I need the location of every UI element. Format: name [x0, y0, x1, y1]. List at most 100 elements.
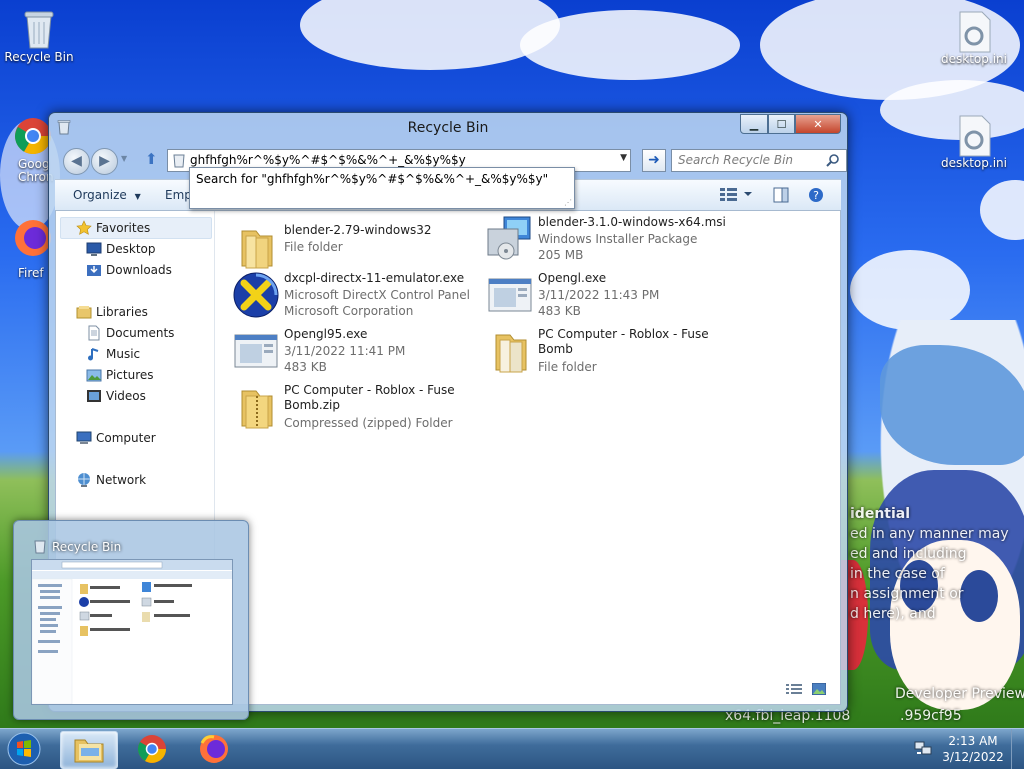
nav-desktop[interactable]: Desktop	[86, 241, 156, 257]
desktop-icon-desktop-ini[interactable]: desktop.ini	[936, 114, 1012, 170]
forward-button[interactable]: ▶	[91, 148, 118, 175]
taskbar-explorer-button[interactable]	[60, 731, 118, 769]
watermark-line: ed in any manner may	[850, 526, 1009, 542]
change-view-button[interactable]	[719, 186, 753, 205]
desktop-icon-recycle-bin[interactable]: Recycle Bin	[1, 8, 77, 64]
file-company: Microsoft Corporation	[284, 304, 414, 318]
desktop-icon-label: desktop.ini	[941, 52, 1007, 66]
preview-pane-icon	[773, 187, 789, 203]
file-name: PC Computer - Roblox - Fuse Bomb.zip	[284, 383, 455, 412]
up-button[interactable]: ⬆	[145, 150, 158, 168]
desktop-icon-label: Recycle Bin	[4, 50, 74, 64]
watermark-line: n assignment or	[850, 586, 964, 602]
large-icons-view-icon[interactable]	[811, 682, 827, 698]
watermark-line: in the case of	[850, 566, 945, 582]
nav-network[interactable]: Network	[76, 472, 146, 488]
watermark-line: d here), and	[850, 606, 936, 622]
nav-downloads[interactable]: Downloads	[86, 262, 172, 278]
maximize-button[interactable]: ☐	[768, 114, 795, 134]
empty-recycle-bin-button[interactable]: Emp	[165, 188, 192, 202]
watermark-line: Developer Preview	[895, 686, 1024, 702]
desktop-icon-desktop-ini[interactable]: desktop.ini	[936, 10, 1012, 66]
watermark-line: ed and including	[850, 546, 967, 562]
file-item[interactable]: Opengl95.exe 3/11/2022 11:41 PM 483 KB	[226, 325, 476, 379]
file-item[interactable]: PC Computer - Roblox - Fuse Bomb.zip Com…	[226, 381, 476, 435]
go-arrow-icon: ➜	[648, 152, 660, 168]
clock-date[interactable]: 3/12/2022	[938, 750, 1008, 764]
file-item[interactable]: dxcpl-directx-11-emulator.exe Microsoft …	[226, 269, 476, 323]
nav-pictures[interactable]: Pictures	[86, 367, 154, 383]
taskbar-firefox-button[interactable]	[186, 731, 242, 767]
address-input[interactable]: ghfhfgh%r^%$y%^#$^$%&%^+_&%$y%$y	[190, 153, 466, 167]
caption-buttons: ▁ ☐ ✕	[740, 114, 841, 134]
watermark-line: .959cf95	[900, 708, 962, 724]
nav-documents[interactable]: Documents	[86, 325, 174, 341]
wallpaper-eye	[960, 570, 998, 622]
search-box[interactable]: Search Recycle Bin	[671, 149, 847, 172]
file-item[interactable]: PC Computer - Roblox - Fuse Bomb File fo…	[480, 325, 730, 379]
resize-grip-icon[interactable]: ⋰	[564, 198, 572, 207]
search-suggestion[interactable]: Search for "ghfhfgh%r^%$y%^#$^$%&%^+_&%$…	[196, 172, 548, 186]
file-name: blender-2.79-windows32	[284, 223, 432, 237]
address-autocomplete[interactable]: Search for "ghfhfgh%r^%$y%^#$^$%&%^+_&%$…	[189, 167, 575, 209]
close-button[interactable]: ✕	[795, 114, 841, 134]
file-type: Windows Installer Package	[538, 232, 698, 246]
preview-pane-button[interactable]	[773, 187, 789, 206]
nav-label: Computer	[96, 431, 156, 445]
organize-menu[interactable]: Organize ▼	[73, 188, 141, 202]
file-size: 483 KB	[538, 304, 581, 318]
search-input[interactable]: Search Recycle Bin	[678, 153, 793, 167]
file-name: blender-3.1.0-windows-x64.msi	[538, 215, 726, 229]
file-item[interactable]: Opengl.exe 3/11/2022 11:43 PM 483 KB	[480, 269, 730, 323]
chevron-down-icon: ▼	[134, 192, 141, 201]
help-button[interactable]: ?	[808, 187, 824, 206]
address-dropdown-icon[interactable]: ▼	[620, 153, 627, 163]
settings-file-icon	[954, 10, 994, 53]
desktop-icon	[86, 241, 102, 257]
nav-label: Videos	[106, 389, 146, 403]
file-item[interactable]: blender-3.1.0-windows-x64.msi Windows In…	[480, 213, 730, 267]
folder-icon	[74, 739, 104, 763]
nav-libraries[interactable]: Libraries	[76, 304, 148, 320]
nav-label: Pictures	[106, 368, 154, 382]
show-desktop-button[interactable]	[1011, 729, 1024, 769]
minimize-button[interactable]: ▁	[740, 114, 768, 134]
empty-label: Emp	[165, 188, 192, 202]
computer-icon	[76, 430, 92, 446]
directx-icon	[232, 271, 280, 319]
view-options-icon	[720, 188, 752, 201]
file-list: blender-2.79-windows32 File folder blend…	[216, 211, 840, 704]
nav-label: Libraries	[96, 305, 148, 319]
go-button[interactable]: ➜	[642, 149, 666, 172]
nav-label: Downloads	[106, 263, 172, 277]
title-bar[interactable]: Recycle Bin ▁ ☐ ✕	[49, 113, 847, 141]
details-view-icon[interactable]	[786, 683, 802, 698]
nav-music[interactable]: Music	[86, 346, 140, 362]
file-name: PC Computer - Roblox - Fuse Bomb	[538, 327, 709, 356]
recent-pages-dropdown[interactable]: ▼	[121, 154, 127, 163]
file-item[interactable]: blender-2.79-windows32 File folder	[226, 221, 476, 275]
nav-computer[interactable]: Computer	[76, 430, 156, 446]
taskbar-chrome-button[interactable]	[124, 731, 180, 767]
nav-videos[interactable]: Videos	[86, 388, 146, 404]
zip-folder-icon	[232, 383, 280, 431]
file-name: Opengl95.exe	[284, 327, 368, 341]
back-button[interactable]: ◀	[63, 148, 90, 175]
network-tray-icon[interactable]	[914, 741, 932, 760]
start-button[interactable]	[4, 731, 44, 767]
window-title: Recycle Bin	[407, 120, 489, 136]
search-icon[interactable]	[826, 153, 840, 167]
view-switcher	[786, 682, 827, 698]
windows-logo-icon	[7, 732, 41, 766]
firefox-icon	[200, 735, 228, 763]
nav-label: Documents	[106, 326, 175, 340]
desktop-icon-label: desktop.ini	[941, 156, 1007, 170]
chrome-icon	[138, 735, 166, 763]
nav-favorites[interactable]: Favorites	[76, 220, 150, 236]
music-icon	[86, 346, 102, 362]
forward-arrow-icon: ▶	[99, 153, 110, 169]
back-arrow-icon: ◀	[71, 153, 82, 169]
folder-icon	[232, 223, 280, 271]
clock-time[interactable]: 2:13 AM	[938, 734, 1008, 748]
taskbar-thumbnail-preview[interactable]: Recycle Bin	[13, 520, 249, 720]
